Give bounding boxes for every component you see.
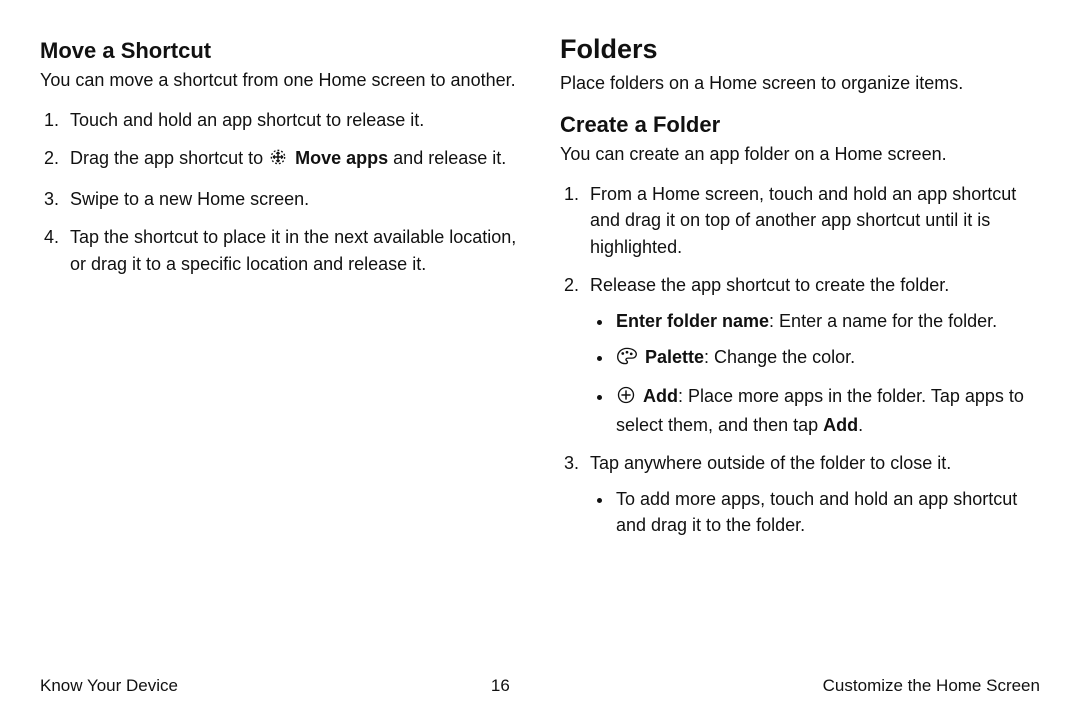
palette-icon — [616, 346, 638, 373]
cf-step-3: Tap anywhere outside of the folder to cl… — [584, 450, 1040, 538]
step-2: Drag the app shortcut to Move apps and r… — [64, 145, 520, 174]
bullet-enter-name: Enter folder name: Enter a name for the … — [614, 308, 1040, 334]
cf-step-2: Release the app shortcut to create the f… — [584, 272, 1040, 438]
footer-left: Know Your Device — [40, 676, 178, 696]
create-folder-steps: From a Home screen, touch and hold an ap… — [560, 181, 1040, 538]
move-apps-icon — [268, 147, 288, 174]
step-1: Touch and hold an app shortcut to releas… — [64, 107, 520, 133]
move-shortcut-steps: Touch and hold an app shortcut to releas… — [40, 107, 520, 276]
bullet-more-apps: To add more apps, touch and hold an app … — [614, 486, 1040, 538]
add-icon — [616, 385, 636, 412]
bullet-add: Add: Place more apps in the folder. Tap … — [614, 383, 1040, 438]
cf-step-3-bullets: To add more apps, touch and hold an app … — [590, 486, 1040, 538]
left-column: Move a Shortcut You can move a shortcut … — [40, 30, 520, 550]
move-shortcut-intro: You can move a shortcut from one Home sc… — [40, 68, 520, 93]
footer-page-number: 16 — [491, 676, 510, 696]
page-footer: Know Your Device 16 Customize the Home S… — [40, 676, 1040, 696]
move-shortcut-heading: Move a Shortcut — [40, 38, 520, 64]
footer-right: Customize the Home Screen — [823, 676, 1040, 696]
create-folder-intro: You can create an app folder on a Home s… — [560, 142, 1040, 167]
create-folder-heading: Create a Folder — [560, 112, 1040, 138]
right-column: Folders Place folders on a Home screen t… — [560, 30, 1040, 550]
cf-step-1: From a Home screen, touch and hold an ap… — [584, 181, 1040, 259]
step-3: Swipe to a new Home screen. — [64, 186, 520, 212]
bullet-palette: Palette: Change the color. — [614, 344, 1040, 373]
cf-step-2-bullets: Enter folder name: Enter a name for the … — [590, 308, 1040, 438]
step-4: Tap the shortcut to place it in the next… — [64, 224, 520, 276]
folders-intro: Place folders on a Home screen to organi… — [560, 71, 1040, 96]
folders-title: Folders — [560, 34, 1040, 65]
